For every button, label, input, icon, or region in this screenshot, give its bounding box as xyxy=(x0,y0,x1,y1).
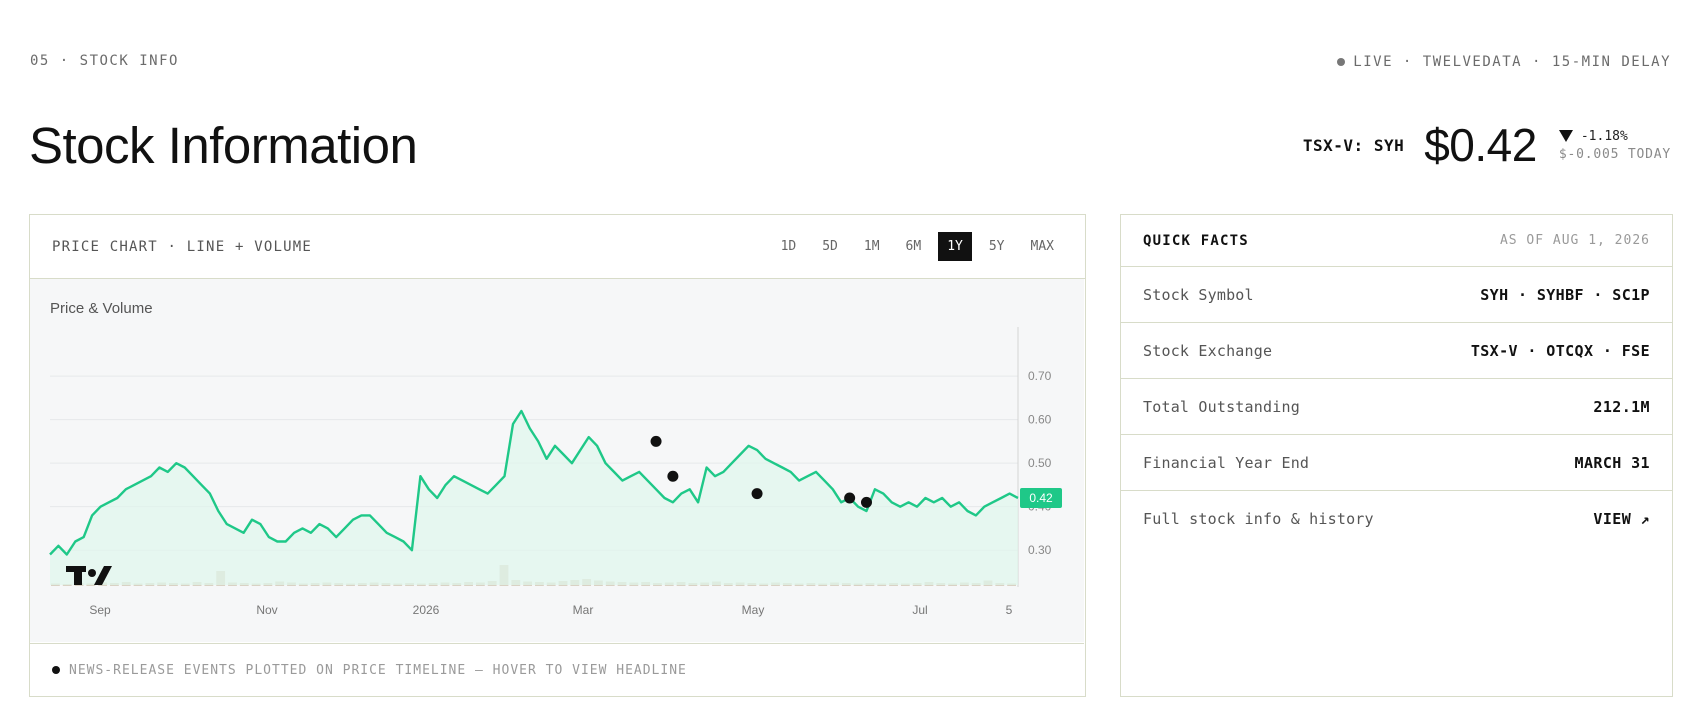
chart-footer-note: NEWS-RELEASE EVENTS PLOTTED ON PRICE TIM… xyxy=(69,662,687,678)
ticker-symbol: TSX-V: SYH xyxy=(1302,135,1405,155)
range-tab-5d[interactable]: 5D xyxy=(813,232,847,261)
x-tick-label: 2026 xyxy=(413,603,440,617)
current-price: $0.42 xyxy=(1424,119,1537,171)
quick-facts-header: QUICK FACTS AS OF AUG 1, 2026 xyxy=(1121,215,1672,267)
fact-row-stock-symbol: Stock Symbol SYH · SYHBF · SC1P xyxy=(1121,267,1672,323)
x-tick-label: 5 xyxy=(1006,603,1013,617)
news-event-marker xyxy=(650,435,662,447)
chart-footer: NEWS-RELEASE EVENTS PLOTTED ON PRICE TIM… xyxy=(30,643,1084,696)
range-tab-6m[interactable]: 6M xyxy=(897,232,931,261)
down-arrow-icon xyxy=(1558,130,1573,142)
news-event-marker xyxy=(667,470,679,482)
full-stock-info-link[interactable]: Full stock info & history VIEW ↗ xyxy=(1121,491,1672,547)
y-tick-label: 0.30 xyxy=(1028,543,1052,557)
price-chart-panel: PRICE CHART · LINE + VOLUME 1D 5D 1M 6M 1Y 5Y… xyxy=(29,214,1086,697)
stock-quote: TSX-V: SYH $0.42 -1.18% $-0.005 TODAY xyxy=(1303,118,1671,172)
chart-title: Price & Volume xyxy=(50,300,153,317)
fact-label: Total Outstanding xyxy=(1143,397,1300,416)
change-today: $-0.005 TODAY xyxy=(1558,146,1671,162)
change-percent: -1.18% xyxy=(1580,128,1628,144)
chart-header: PRICE CHART · LINE + VOLUME 1D 5D 1M 6M 1Y 5Y… xyxy=(30,215,1085,279)
x-tick-label: Sep xyxy=(89,603,111,617)
fact-value: SYH · SYHBF · SC1P xyxy=(1480,285,1650,304)
fact-row-financial-year-end: Financial Year End MARCH 31 xyxy=(1121,435,1672,491)
range-tab-1y[interactable]: 1Y xyxy=(938,232,972,261)
price-volume-chart[interactable]: Price & Volume0.300.400.500.600.700.42Se… xyxy=(30,279,1084,642)
range-tab-1m[interactable]: 1M xyxy=(855,232,889,261)
range-tab-5y[interactable]: 5Y xyxy=(980,232,1014,261)
news-event-marker xyxy=(860,496,872,508)
live-dot-icon xyxy=(1337,58,1346,66)
quick-facts-title: QUICK FACTS xyxy=(1143,232,1249,249)
live-status: LIVE · TWELVEDATA · 15-MIN DELAY xyxy=(1337,54,1671,70)
link-label: Full stock info & history xyxy=(1143,510,1374,528)
section-label: 05 · STOCK INFO xyxy=(30,53,179,69)
fact-value: TSX-V · OTCQX · FSE xyxy=(1470,341,1650,360)
view-link[interactable]: VIEW ↗ xyxy=(1593,510,1650,528)
x-tick-label: Mar xyxy=(573,603,594,617)
range-tabs: 1D 5D 1M 6M 1Y 5Y MAX xyxy=(772,232,1063,261)
fact-row-total-outstanding: Total Outstanding 212.1M xyxy=(1121,379,1672,435)
live-status-text: LIVE · TWELVEDATA · 15-MIN DELAY xyxy=(1353,54,1671,70)
fact-label: Financial Year End xyxy=(1143,453,1310,472)
fact-value: MARCH 31 xyxy=(1574,453,1650,472)
chart-area[interactable]: Price & Volume0.300.400.500.600.700.42Se… xyxy=(30,279,1084,642)
news-event-marker xyxy=(844,492,856,504)
fact-label: Stock Exchange xyxy=(1143,341,1273,360)
x-tick-label: May xyxy=(742,603,765,617)
page-title: Stock Information xyxy=(29,117,418,174)
fact-value: 212.1M xyxy=(1593,397,1650,416)
x-tick-label: Jul xyxy=(912,603,927,617)
range-tab-max[interactable]: MAX xyxy=(1022,232,1063,261)
fact-label: Stock Symbol xyxy=(1143,285,1254,304)
fact-row-stock-exchange: Stock Exchange TSX-V · OTCQX · FSE xyxy=(1121,323,1672,379)
last-price-label: 0.42 xyxy=(1029,491,1053,505)
y-tick-label: 0.70 xyxy=(1028,369,1052,383)
y-tick-label: 0.50 xyxy=(1028,456,1052,470)
chart-panel-label: PRICE CHART · LINE + VOLUME xyxy=(52,238,312,255)
quick-facts-panel: QUICK FACTS AS OF AUG 1, 2026 Stock Symb… xyxy=(1120,214,1673,697)
price-change: -1.18% $-0.005 TODAY xyxy=(1558,128,1671,162)
y-tick-label: 0.60 xyxy=(1028,413,1052,427)
x-tick-label: Nov xyxy=(256,603,277,617)
quick-facts-date: AS OF AUG 1, 2026 xyxy=(1499,233,1650,248)
news-event-marker xyxy=(751,488,763,500)
range-tab-1d[interactable]: 1D xyxy=(772,232,806,261)
news-event-dot-icon xyxy=(52,666,60,674)
